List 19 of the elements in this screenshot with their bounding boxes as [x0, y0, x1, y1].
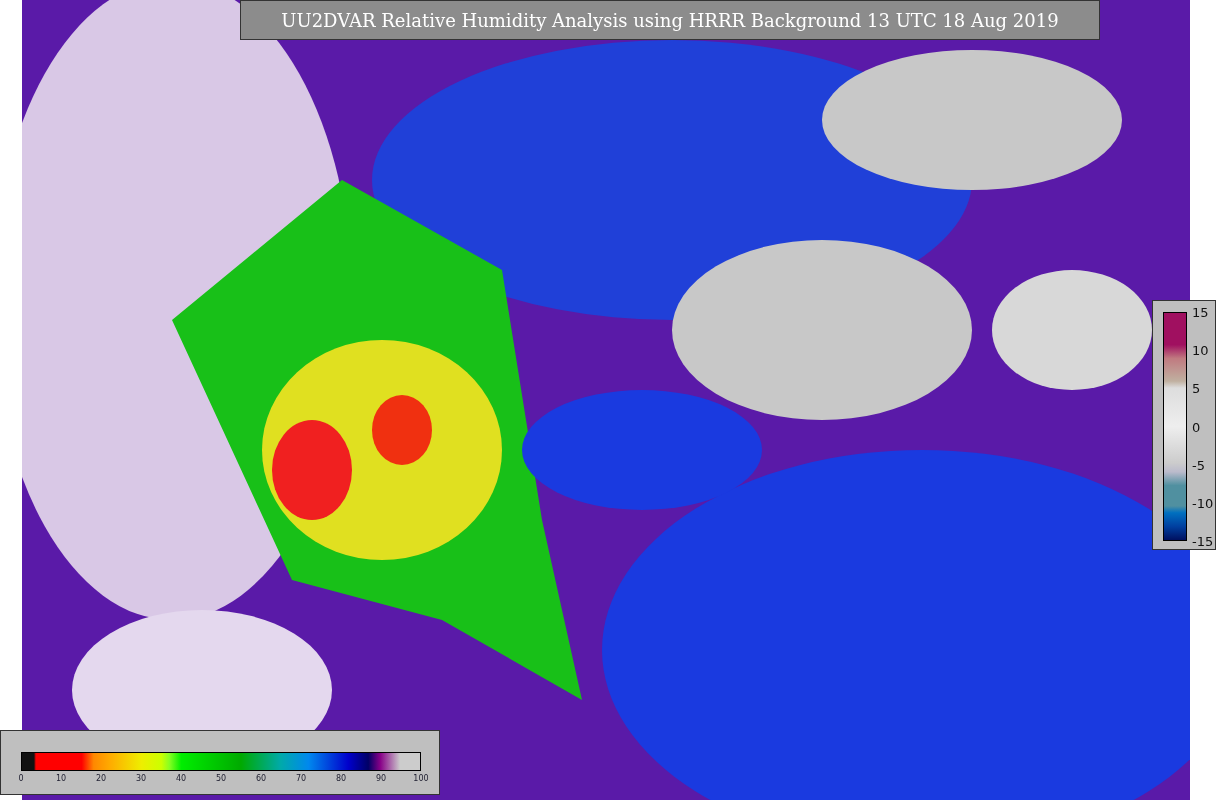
- colorbar-tick-label: -15: [1192, 533, 1214, 549]
- colorbar-tick-label: 40: [175, 774, 187, 783]
- colorbar-tick-label: 0: [1192, 419, 1201, 434]
- colorbar-tick-label: 30: [135, 774, 147, 783]
- colorbar-tick-label: 60: [255, 774, 267, 783]
- colorbar-tick-label: 80: [335, 774, 347, 783]
- colorbar-tick-label: 0: [18, 774, 24, 783]
- colorbar-tick-label: 20: [95, 774, 107, 783]
- colorbar-tick-label: 5: [1192, 380, 1201, 396]
- colorbar-tick-label: 15: [1192, 304, 1209, 320]
- map-title: UU2DVAR Relative Humidity Analysis using HRRR Background 13 UTC 18 Aug 2019: [240, 0, 1100, 40]
- colorbar-tick-label: 90: [375, 774, 387, 783]
- colorbar-tick-label: 100: [413, 774, 429, 783]
- colorbar-tick-label: -5: [1192, 457, 1205, 473]
- colorbar-tick-label: 10: [55, 774, 67, 783]
- colorbar-tick-label: 70: [295, 774, 307, 783]
- colorbar-tick-label: 10: [1192, 342, 1209, 358]
- colorbar-tick-label: -10: [1192, 495, 1214, 511]
- colorbar-tick-label: 50: [215, 774, 227, 783]
